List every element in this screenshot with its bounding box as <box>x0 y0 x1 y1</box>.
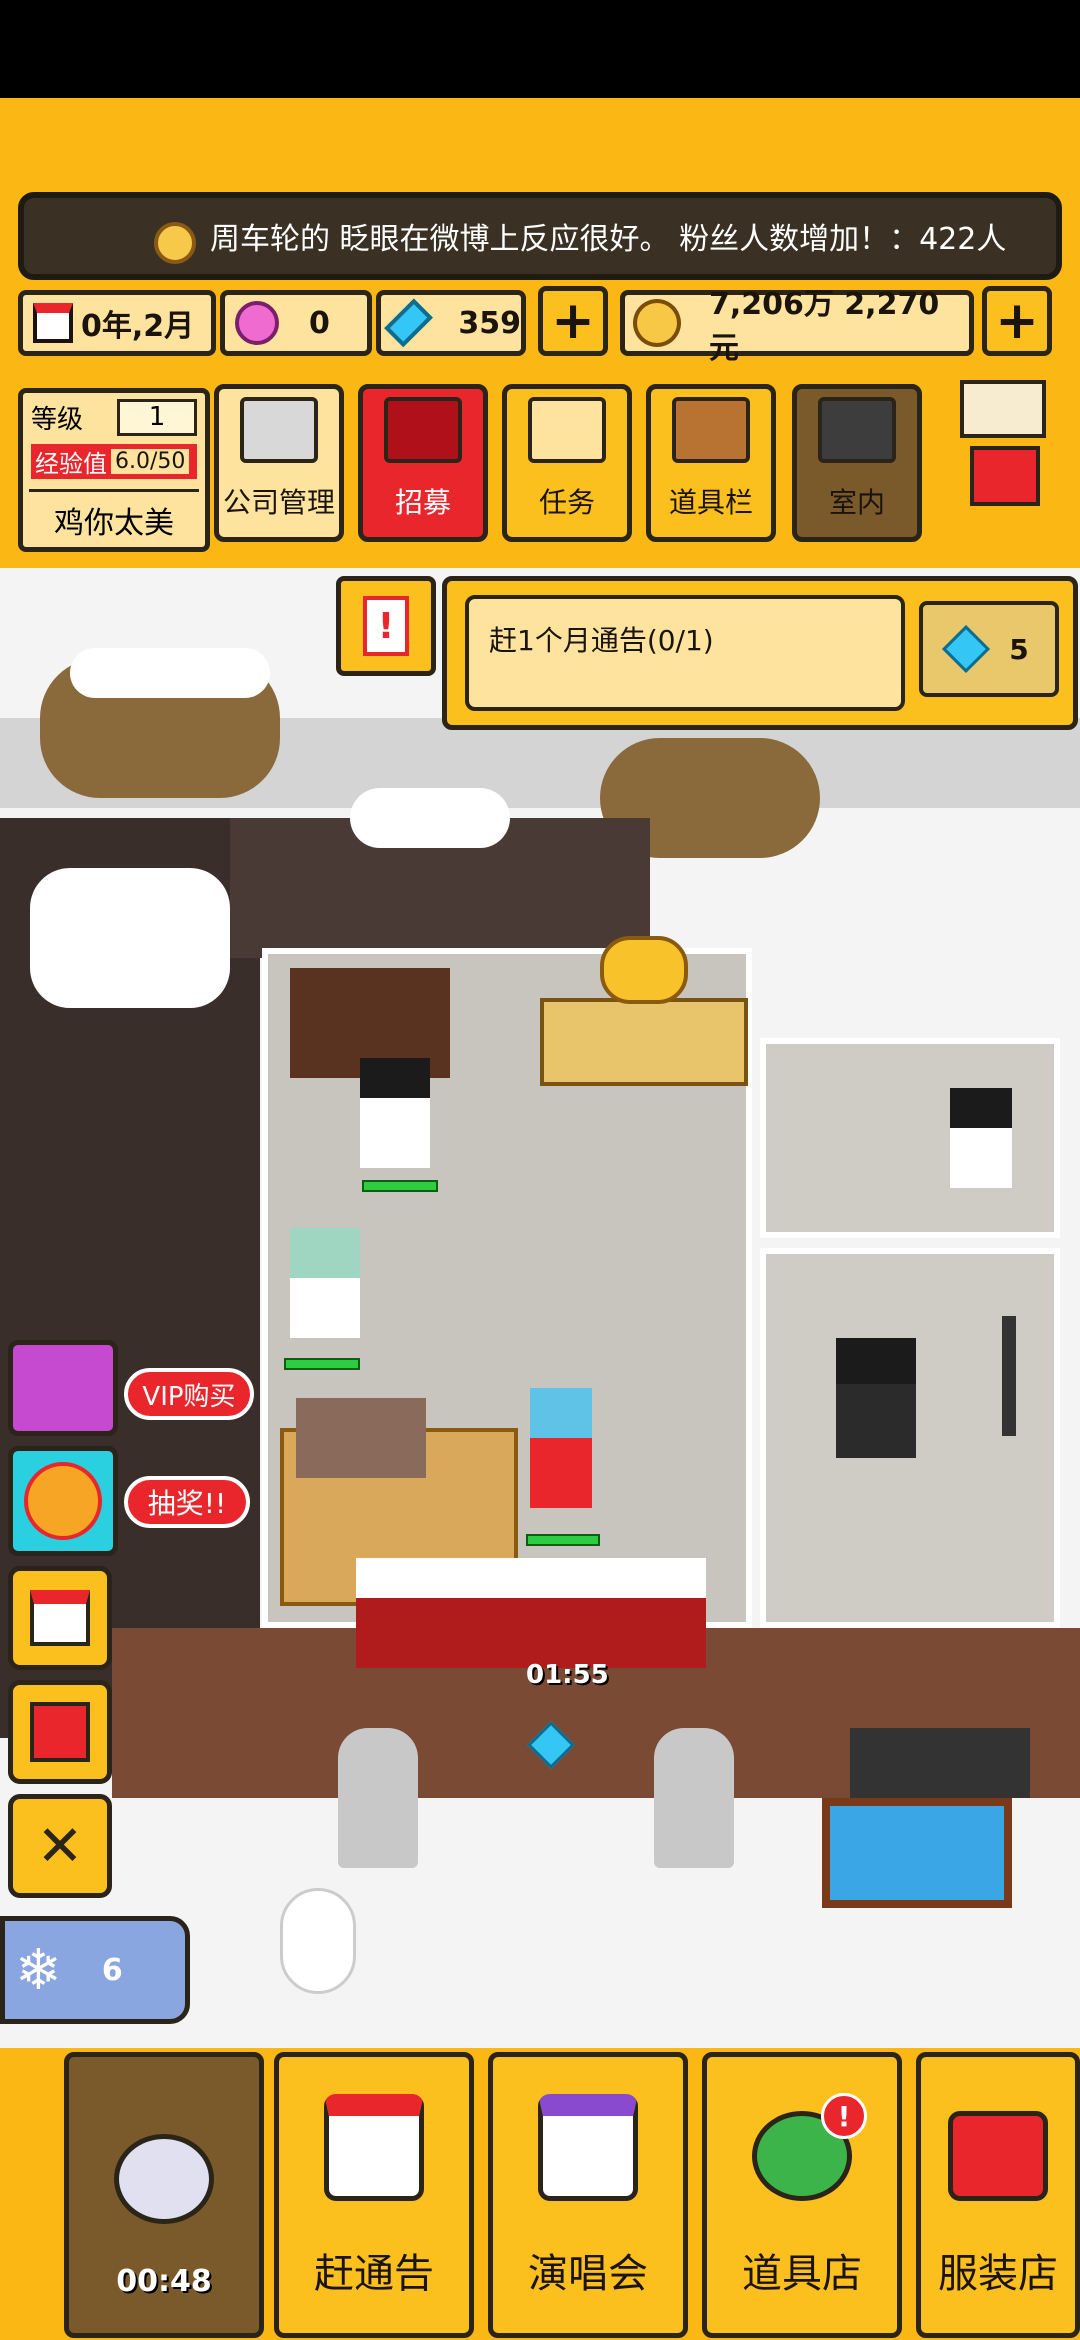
snowman <box>280 1888 356 1994</box>
snowflake-icon: ❄ <box>15 1937 62 2003</box>
diamond-icon <box>384 298 434 348</box>
quest-reward: 5 <box>919 601 1059 697</box>
lion-statue-left <box>338 1728 418 1868</box>
aquarium-billboard[interactable] <box>822 1798 1012 1908</box>
notification-badge: ! <box>821 2093 867 2139</box>
snow-drift <box>30 868 230 1008</box>
calendar-icon <box>324 2094 424 2201</box>
quest-text-box: 赶1个月通告(0/1) <box>465 595 905 711</box>
side-room-upper[interactable] <box>760 1038 1060 1238</box>
paint-roller-icon <box>818 397 896 463</box>
item-shop-button[interactable]: 道具店 ! <box>702 2052 902 2338</box>
gift-icon <box>30 1702 90 1762</box>
money-counter: 7,206万 2,270元 <box>620 287 974 366</box>
coin-icon <box>154 222 196 264</box>
staff-character-black-hair[interactable] <box>360 1058 430 1168</box>
battle-button[interactable]: ✕ <box>8 1794 112 1898</box>
idol-health-bar <box>526 1534 600 1546</box>
chest-icon <box>672 397 750 463</box>
diamond-icon <box>942 624 991 674</box>
schedule-button[interactable]: 赶通告 <box>274 2052 474 2338</box>
inventory-button[interactable]: 道具栏 <box>646 384 776 542</box>
add-diamond-button[interactable]: + <box>538 286 608 356</box>
exp-value: 6.0/50 <box>111 449 190 474</box>
news-ticker: 周车轮的 眨眼在微博上反应很好。 粉丝人数增加！：422人 <box>18 192 1062 280</box>
diamond-counter: 359 <box>376 290 526 356</box>
microphone-stand <box>1002 1316 1016 1436</box>
generator <box>850 1728 1030 1798</box>
company-management-button[interactable]: 公司管理 <box>214 384 344 542</box>
idol-character-blue-hair[interactable] <box>530 1388 592 1508</box>
concert-button[interactable]: 演唱会 <box>488 2052 688 2338</box>
lion-statue-right <box>654 1728 734 1868</box>
lottery-button[interactable]: 抽奖!! <box>124 1476 250 1528</box>
crossed-swords-icon: ✕ <box>36 1813 84 1879</box>
calendar-icon <box>33 303 73 343</box>
recruit-button[interactable]: 招募 <box>358 384 488 542</box>
staff-character-green-face[interactable] <box>290 1228 360 1338</box>
vip-crown-icon[interactable] <box>8 1340 118 1436</box>
calendar-icon <box>30 1590 90 1646</box>
interior-button[interactable]: 室内 <box>792 384 922 542</box>
megaphone-icon <box>384 397 462 463</box>
building-icon <box>240 397 318 463</box>
exclamation-scroll-icon: ! <box>363 596 409 656</box>
vip-purchase-button[interactable]: VIP购买 <box>124 1368 254 1420</box>
money-coin-icon <box>633 299 681 347</box>
hammer-icon <box>970 446 1040 506</box>
timer-text: 01:55 <box>526 1660 609 1690</box>
pink-gem-counter: 0 <box>220 290 372 356</box>
mail-button[interactable] <box>940 372 1068 522</box>
gate-snow <box>350 788 510 848</box>
manager-character[interactable] <box>836 1338 916 1458</box>
daily-calendar-button[interactable] <box>8 1566 112 1670</box>
level-value: 1 <box>117 399 197 436</box>
pink-gem-icon <box>235 301 279 345</box>
mission-button[interactable]: 任务 <box>502 384 632 542</box>
disc-icon <box>114 2134 214 2224</box>
snowflake-counter[interactable]: ❄ 6 <box>0 1916 190 2024</box>
envelope-icon <box>960 380 1046 438</box>
exp-label: 经验值 <box>35 450 107 478</box>
status-bar <box>0 0 1080 98</box>
add-money-button[interactable]: + <box>982 286 1052 356</box>
staff-health-bar <box>362 1180 438 1192</box>
player-card[interactable]: 等级 1 经验值 6.0/50 鸡你太美 <box>18 388 210 552</box>
news-text: 周车轮的 眨眼在微博上反应很好。 粉丝人数增加！：422人 <box>210 222 1007 257</box>
lottery-icon[interactable] <box>8 1446 118 1556</box>
entrance-roof <box>356 1558 706 1668</box>
quest-banner[interactable]: 赶1个月通告(0/1) 5 <box>442 576 1078 730</box>
scroll-icon <box>528 397 606 463</box>
shirt-icon <box>948 2111 1048 2201</box>
record-timer-button[interactable]: 00:48 <box>64 2052 264 2338</box>
player-name: 鸡你太美 <box>29 489 199 542</box>
trainee-character[interactable] <box>950 1088 1012 1188</box>
bush-snow <box>70 648 270 698</box>
award-cabinet <box>540 998 748 1086</box>
rainbow-stage-icon <box>538 2094 638 2201</box>
level-label: 等级 <box>31 405 84 435</box>
staff-health-bar <box>284 1358 360 1370</box>
gift-button[interactable] <box>8 1680 112 1784</box>
clothing-shop-button[interactable]: 服装店 <box>916 2052 1080 2338</box>
coffee-table <box>296 1398 426 1478</box>
date-display: 0年,2月 <box>18 290 216 356</box>
trophy-icon[interactable] <box>600 936 688 1004</box>
quest-text: 赶1个月通告(0/1) <box>489 624 714 657</box>
quest-icon-button[interactable]: ! <box>336 576 436 676</box>
game-scene[interactable]: 01:55 <box>0 568 1080 2048</box>
lottery-wheel-icon <box>24 1462 102 1540</box>
